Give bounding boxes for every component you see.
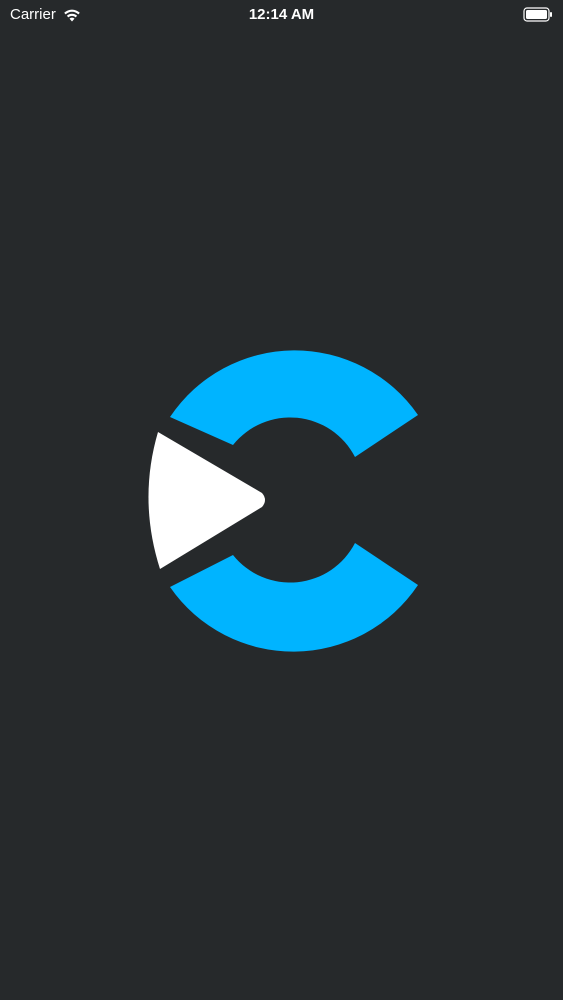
status-bar: Carrier 12:14 AM (0, 0, 563, 30)
splash-screen: Carrier 12:14 AM (0, 0, 563, 1000)
play-c-logo-icon (148, 350, 418, 652)
app-logo (140, 345, 430, 655)
status-time: 12:14 AM (248, 6, 315, 23)
battery-icon (523, 7, 553, 22)
